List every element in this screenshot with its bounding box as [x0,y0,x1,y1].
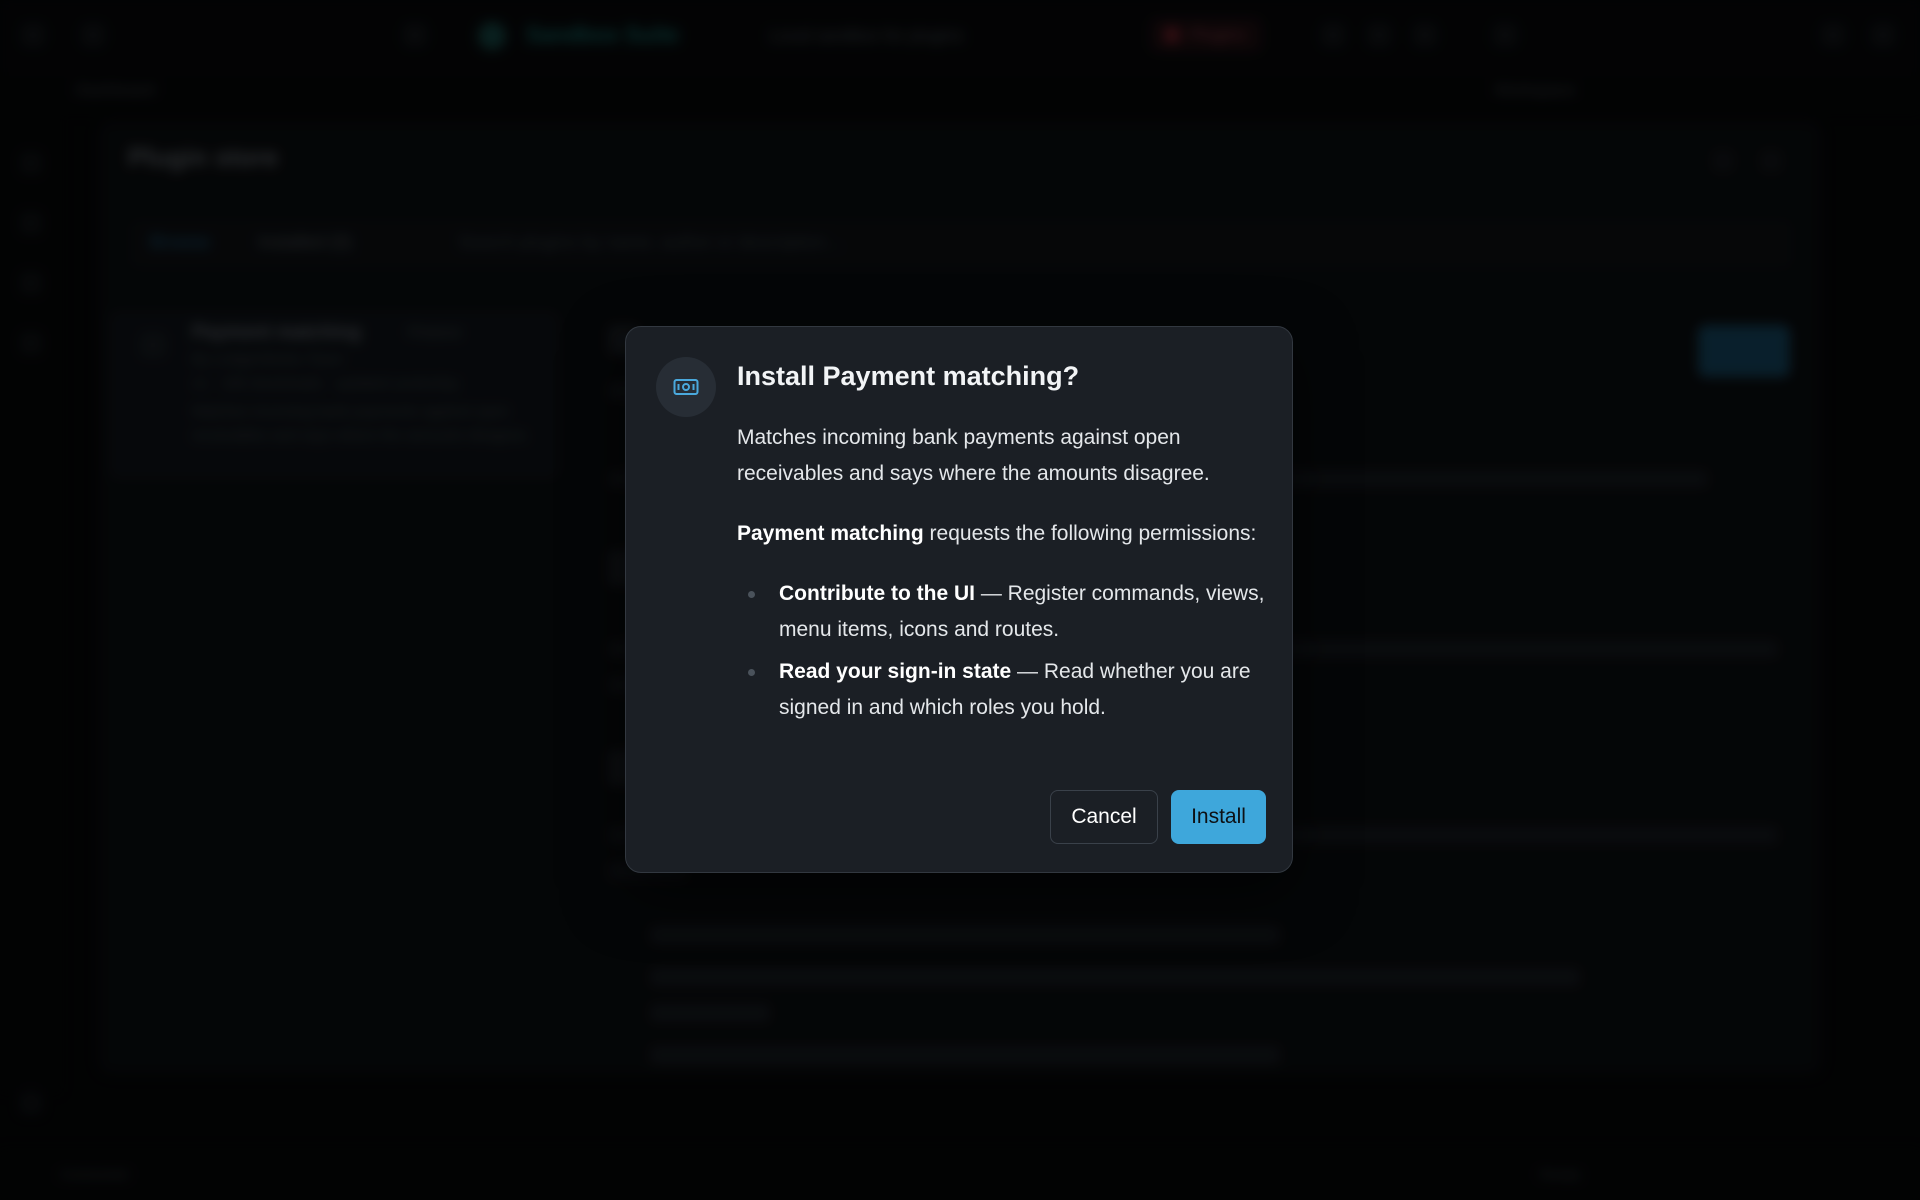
dialog-title: Install Payment matching? [737,361,1080,391]
permissions-intro: Payment matching requests the following … [737,516,1267,552]
install-dialog: Install Payment matching? Matches incomi… [625,326,1293,873]
permissions-intro-text: requests the following permissions: [923,522,1257,545]
permission-item: Contribute to the UI — Register commands… [737,576,1267,648]
cancel-button[interactable]: Cancel [1050,790,1158,844]
dialog-icon-badge [656,357,716,417]
plugin-name: Payment matching [737,522,924,545]
permission-name: Read your sign-in state [779,660,1012,683]
permission-item: Read your sign-in state — Read whether y… [737,654,1267,726]
permission-name: Contribute to the UI [779,582,975,605]
plugin-description: Matches incoming bank payments against o… [737,426,1210,485]
install-button[interactable]: Install [1171,790,1266,844]
dialog-body: Matches incoming bank payments against o… [737,420,1267,732]
permissions-list: Contribute to the UI — Register commands… [737,576,1267,726]
